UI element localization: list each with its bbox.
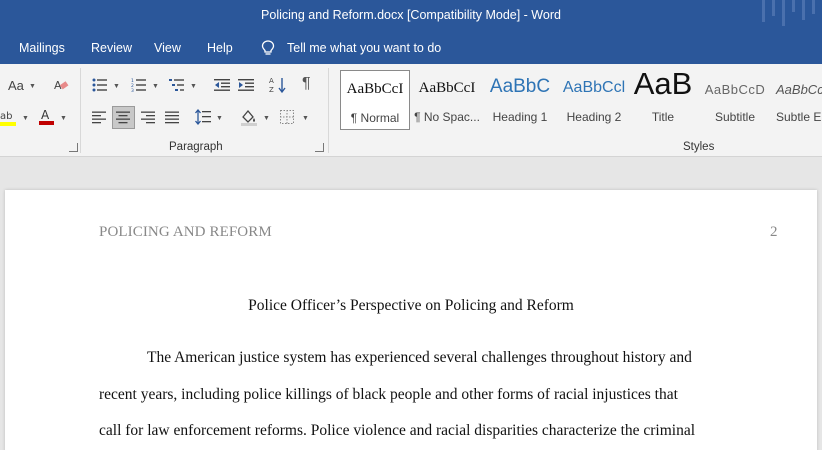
chevron-down-icon[interactable]: ▼ bbox=[263, 115, 270, 122]
tab-review[interactable]: Review bbox=[91, 41, 132, 55]
justify-icon[interactable] bbox=[165, 111, 180, 124]
sort-icon[interactable]: A Z bbox=[269, 76, 287, 94]
tab-mailings[interactable]: Mailings bbox=[19, 41, 65, 55]
style-name: ¶ No Spac... bbox=[414, 110, 480, 124]
style-normal[interactable]: AaBbCcI ¶ Normal bbox=[340, 70, 410, 130]
body-line[interactable]: call for law enforcement reforms. Police… bbox=[99, 422, 695, 440]
styles-gallery: AaBbCcI ¶ Normal AaBbCcI ¶ No Spac... Aa… bbox=[338, 70, 822, 130]
svg-text:ab: ab bbox=[0, 111, 12, 122]
tell-me-search[interactable]: Tell me what you want to do bbox=[287, 41, 441, 55]
style-preview: AaBbCcl bbox=[562, 79, 626, 96]
running-header[interactable]: POLICING AND REFORM bbox=[99, 224, 272, 241]
style-heading-1[interactable]: AaBbC Heading 1 bbox=[484, 70, 556, 130]
highlight-color-icon[interactable]: ab bbox=[0, 109, 18, 127]
svg-text:Z: Z bbox=[269, 86, 274, 94]
font-color-icon[interactable]: A bbox=[38, 108, 56, 126]
title-decoration bbox=[762, 0, 765, 22]
align-center-button[interactable] bbox=[112, 106, 135, 129]
title-bar: Policing and Reform.docx [Compatibility … bbox=[0, 0, 822, 33]
group-separator bbox=[328, 68, 329, 153]
style-preview: AaBbC bbox=[489, 76, 551, 97]
increase-indent-icon[interactable] bbox=[238, 78, 255, 92]
window-title: Policing and Reform.docx [Compatibility … bbox=[261, 8, 561, 22]
decrease-indent-icon[interactable] bbox=[214, 78, 231, 92]
paragraph-group-label: Paragraph bbox=[169, 141, 223, 153]
chevron-down-icon[interactable]: ▼ bbox=[22, 115, 29, 122]
bullets-icon[interactable] bbox=[92, 78, 108, 92]
style-name: Subtitle bbox=[714, 110, 756, 124]
style-name: Heading 2 bbox=[566, 110, 622, 124]
change-case-button[interactable]: Aa bbox=[8, 79, 24, 93]
chevron-down-icon[interactable]: ▼ bbox=[152, 83, 159, 90]
lightbulb-icon[interactable] bbox=[261, 40, 275, 56]
style-subtle-emphasis[interactable]: AaBbCcD Subtle Em bbox=[774, 70, 822, 130]
document-title[interactable]: Police Officer’s Perspective on Policing… bbox=[5, 297, 817, 315]
style-title[interactable]: AaB Title bbox=[632, 70, 694, 130]
svg-text:3: 3 bbox=[131, 88, 134, 92]
style-name: ¶ Normal bbox=[350, 111, 400, 125]
line-spacing-icon[interactable] bbox=[195, 109, 211, 125]
style-name: Heading 1 bbox=[492, 110, 548, 124]
ribbon: Aa ▼ A ab ▼ A ▼ ▼ 1 2 3 ▼ ▼ A Z ¶ ▼ ▼ ▼ … bbox=[0, 64, 822, 157]
clear-formatting-icon[interactable]: A bbox=[53, 77, 69, 93]
chevron-down-icon[interactable]: ▼ bbox=[60, 115, 67, 122]
borders-icon[interactable] bbox=[280, 110, 294, 124]
svg-text:A: A bbox=[269, 77, 274, 85]
tab-view[interactable]: View bbox=[154, 41, 181, 55]
page-number[interactable]: 2 bbox=[770, 224, 778, 241]
ribbon-tabs: Mailings Review View Help Tell me what y… bbox=[0, 33, 822, 64]
align-right-icon[interactable] bbox=[141, 111, 156, 124]
title-decoration bbox=[802, 0, 805, 20]
style-preview: AaBbCcI bbox=[418, 80, 476, 96]
title-decoration bbox=[792, 0, 795, 12]
show-formatting-marks-icon[interactable]: ¶ bbox=[302, 76, 311, 92]
chevron-down-icon[interactable]: ▼ bbox=[113, 83, 120, 90]
style-preview: AaBbCcD bbox=[776, 82, 822, 97]
title-decoration bbox=[812, 0, 815, 14]
style-subtitle[interactable]: AaBbCcD Subtitle bbox=[700, 70, 770, 130]
paragraph-dialog-launcher[interactable] bbox=[315, 143, 324, 152]
style-preview: AaBbCcD bbox=[704, 82, 766, 97]
title-decoration bbox=[782, 0, 785, 26]
chevron-down-icon[interactable]: ▼ bbox=[29, 83, 36, 90]
style-preview: AaBbCcI bbox=[346, 81, 404, 97]
title-decoration bbox=[772, 0, 775, 16]
document-page[interactable]: POLICING AND REFORM 2 Police Officer’s P… bbox=[5, 190, 817, 450]
style-heading-2[interactable]: AaBbCcl Heading 2 bbox=[558, 70, 630, 130]
svg-text:A: A bbox=[41, 108, 50, 122]
chevron-down-icon[interactable]: ▼ bbox=[216, 115, 223, 122]
style-name: Title bbox=[651, 110, 675, 124]
font-dialog-launcher[interactable] bbox=[69, 143, 78, 152]
chevron-down-icon[interactable]: ▼ bbox=[302, 115, 309, 122]
styles-group-label: Styles bbox=[683, 141, 715, 153]
style-preview: AaB bbox=[633, 70, 693, 101]
body-line[interactable]: recent years, including police killings … bbox=[99, 386, 678, 404]
numbering-icon[interactable]: 1 2 3 bbox=[131, 78, 147, 92]
document-area[interactable]: POLICING AND REFORM 2 Police Officer’s P… bbox=[0, 157, 822, 450]
body-line[interactable]: The American justice system has experien… bbox=[147, 349, 692, 367]
shading-icon[interactable] bbox=[240, 109, 258, 126]
align-center-icon bbox=[116, 111, 130, 124]
multilevel-list-icon[interactable] bbox=[169, 78, 185, 92]
style-no-spacing[interactable]: AaBbCcI ¶ No Spac... bbox=[412, 70, 482, 130]
chevron-down-icon[interactable]: ▼ bbox=[190, 83, 197, 90]
tab-help[interactable]: Help bbox=[207, 41, 233, 55]
group-separator bbox=[80, 68, 81, 153]
align-left-icon[interactable] bbox=[92, 111, 107, 124]
style-name: Subtle Em bbox=[776, 110, 822, 124]
